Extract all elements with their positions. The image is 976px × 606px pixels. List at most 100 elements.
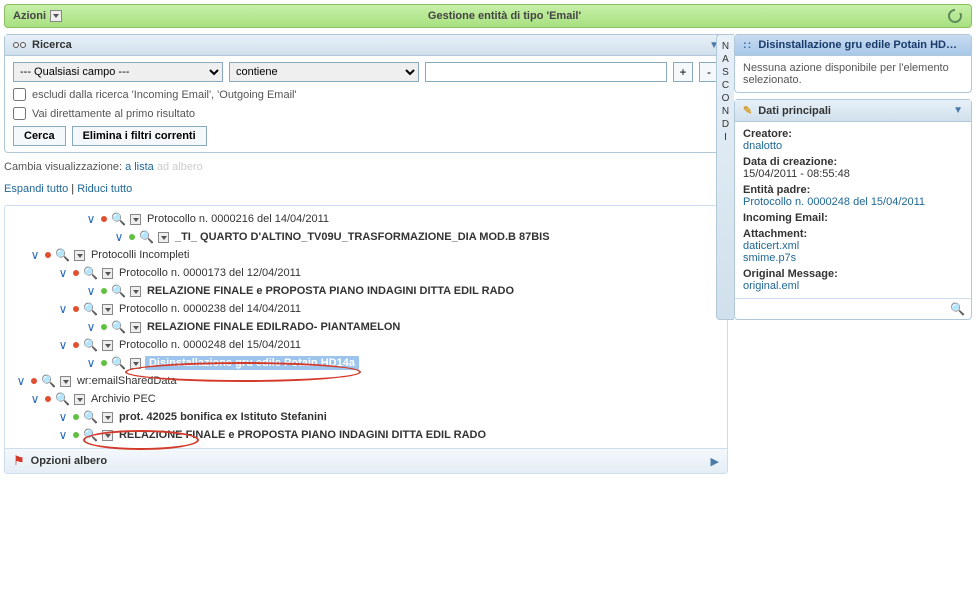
magnifier-icon[interactable]: 🔍 — [55, 392, 70, 406]
magnifier-icon[interactable]: 🔍 — [111, 356, 126, 370]
search-header[interactable]: Ricerca ▼ — [5, 35, 727, 56]
tree-row[interactable]: ∨ 🔍 RELAZIONE FINALE EDILRADO- PIANTAMELON — [5, 318, 727, 336]
row-menu-icon[interactable] — [130, 358, 141, 369]
actions-menu[interactable]: Azioni — [13, 10, 62, 22]
attachment-link-1[interactable]: daticert.xml — [743, 240, 799, 252]
actions-label: Azioni — [13, 10, 46, 22]
tree-row-label[interactable]: RELAZIONE FINALE e PROPOSTA PIANO INDAGI… — [117, 428, 488, 442]
row-menu-icon[interactable] — [74, 394, 85, 405]
tree-row[interactable]: ∨ 🔍 RELAZIONE FINALE e PROPOSTA PIANO INDA… — [5, 282, 727, 300]
tree-twisty-icon[interactable]: ∨ — [57, 428, 69, 442]
exclude-checkbox-row[interactable]: escludi dalla ricerca 'Incoming Email', … — [13, 88, 719, 101]
no-action-message: Nessuna azione disponibile per l'element… — [735, 56, 971, 92]
tree-twisty-icon[interactable]: ∨ — [29, 248, 41, 262]
collapse-all-link[interactable]: Riduci tutto — [77, 183, 132, 195]
tree-twisty-icon[interactable]: ∨ — [29, 392, 41, 406]
goto-first-checkbox-row[interactable]: Vai direttamente al primo risultato — [13, 107, 719, 120]
tree-row-label[interactable]: _TI_ QUARTO D'ALTINO_TV09U_TRASFORMAZION… — [173, 230, 552, 244]
hide-tab[interactable]: N A S C O N D I — [716, 34, 734, 320]
magnifier-icon[interactable]: 🔍 — [83, 302, 98, 316]
tree-twisty-icon[interactable]: ∨ — [113, 230, 125, 244]
row-menu-icon[interactable] — [60, 376, 71, 387]
row-menu-icon[interactable] — [130, 322, 141, 333]
refresh-icon[interactable] — [947, 8, 963, 24]
original-message-link[interactable]: original.eml — [743, 280, 799, 292]
magnifier-icon[interactable]: 🔍 — [111, 284, 126, 298]
tree-twisty-icon[interactable]: ∨ — [57, 338, 69, 352]
magnifier-icon[interactable]: 🔍 — [139, 230, 154, 244]
magnifier-icon[interactable]: 🔍 — [41, 374, 56, 388]
magnifier-icon[interactable]: 🔍 — [950, 302, 965, 316]
magnifier-icon[interactable]: 🔍 — [83, 266, 98, 280]
tree-row[interactable]: ∨ 🔍 _TI_ QUARTO D'ALTINO_TV09U_TRASFORMAZI… — [5, 228, 727, 246]
play-icon[interactable]: ▶ — [711, 455, 719, 468]
tree-row-label[interactable]: Protocolli Incompleti — [89, 248, 191, 262]
add-criteria-button[interactable]: + — [673, 62, 693, 82]
tree-twisty-icon[interactable]: ∨ — [85, 212, 97, 226]
flag-icon: ⚑ — [13, 453, 25, 469]
tree-twisty-icon[interactable]: ∨ — [57, 410, 69, 424]
tree-twisty-icon[interactable]: ∨ — [57, 266, 69, 280]
row-menu-icon[interactable] — [74, 250, 85, 261]
tree-row-label[interactable]: Protocollo n. 0000248 del 15/04/2011 — [117, 338, 303, 352]
hide-letter: N — [722, 106, 729, 117]
goto-first-checkbox[interactable] — [13, 107, 26, 120]
tree-twisty-icon[interactable]: ∨ — [85, 356, 97, 370]
row-menu-icon[interactable] — [102, 430, 113, 441]
row-menu-icon[interactable] — [102, 340, 113, 351]
magnifier-icon[interactable]: 🔍 — [111, 320, 126, 334]
clear-filters-button[interactable]: Elimina i filtri correnti — [72, 126, 207, 146]
expand-all-link[interactable]: Espandi tutto — [4, 183, 68, 195]
tree-row[interactable]: ∨ 🔍 Protocollo n. 0000238 del 14/04/2011 — [5, 300, 727, 318]
magnifier-icon[interactable]: 🔍 — [83, 410, 98, 424]
magnifier-icon[interactable]: 🔍 — [55, 248, 70, 262]
tree-row[interactable]: ∨ 🔍 Disinstallazione gru edile Potain HD14… — [5, 354, 727, 372]
tree-twisty-icon[interactable]: ∨ — [85, 320, 97, 334]
main-data-header[interactable]: ✎ Dati principali ▼ — [735, 100, 971, 122]
search-value-input[interactable] — [425, 62, 667, 82]
chevron-down-icon[interactable]: ▼ — [953, 105, 963, 116]
tree-row-label[interactable]: Protocollo n. 0000216 del 14/04/2011 — [145, 212, 331, 226]
tree-twisty-icon[interactable]: ∨ — [85, 284, 97, 298]
search-button[interactable]: Cerca — [13, 126, 66, 146]
tree-row-label[interactable]: prot. 42025 bonifica ex Istituto Stefani… — [117, 410, 329, 424]
creator-link[interactable]: dnalotto — [743, 140, 782, 152]
exclude-label: escludi dalla ricerca 'Incoming Email', … — [32, 89, 297, 101]
tree-row[interactable]: ∨ 🔍 Protocolli Incompleti — [5, 246, 727, 264]
view-switch: Cambia visualizzazione: a lista ad alber… — [4, 159, 728, 177]
row-menu-icon[interactable] — [102, 268, 113, 279]
row-menu-icon[interactable] — [130, 214, 141, 225]
exclude-checkbox[interactable] — [13, 88, 26, 101]
tree-row-label[interactable]: RELAZIONE FINALE e PROPOSTA PIANO INDAGI… — [145, 284, 516, 298]
green-bullet-icon — [101, 360, 107, 366]
tree-row-label[interactable]: Archivio PEC — [89, 392, 158, 406]
row-menu-icon[interactable] — [102, 304, 113, 315]
parent-entity-link[interactable]: Protocollo n. 0000248 del 15/04/2011 — [743, 196, 925, 208]
tree-row-label[interactable]: Protocollo n. 0000238 del 14/04/2011 — [117, 302, 303, 316]
view-list-link[interactable]: a lista — [125, 161, 154, 173]
tree-row[interactable]: ∨ 🔍 prot. 42025 bonifica ex Istituto Stefa… — [5, 408, 727, 426]
magnifier-icon[interactable]: 🔍 — [83, 428, 98, 442]
tree-scroll[interactable]: ∨🔍Protocollo n. 0000216 del 14/04/2011∨🔍… — [5, 206, 727, 448]
tree-row-label[interactable]: wr:emailSharedData — [75, 374, 179, 388]
attachment-link-2[interactable]: smime.p7s — [743, 252, 796, 264]
row-menu-icon[interactable] — [130, 286, 141, 297]
tree-row-label[interactable]: RELAZIONE FINALE EDILRADO- PIANTAMELON — [145, 320, 402, 334]
operator-select[interactable]: contiene — [229, 62, 419, 82]
row-menu-icon[interactable] — [102, 412, 113, 423]
tree-row-label[interactable]: Protocollo n. 0000173 del 12/04/2011 — [117, 266, 303, 280]
tree-row[interactable]: ∨ 🔍 RELAZIONE FINALE e PROPOSTA PIANO INDA… — [5, 426, 727, 444]
field-select[interactable]: --- Qualsiasi campo --- — [13, 62, 223, 82]
tree-row-label[interactable]: Disinstallazione gru edile Potain HD14a — [145, 356, 359, 370]
magnifier-icon[interactable]: 🔍 — [111, 212, 126, 226]
tree-row[interactable]: ∨ 🔍 Archivio PEC — [5, 390, 727, 408]
row-menu-icon[interactable] — [158, 232, 169, 243]
tree-row[interactable]: ∨ 🔍 Protocollo n. 0000216 del 14/04/2011 — [5, 210, 727, 228]
magnifier-icon[interactable]: 🔍 — [83, 338, 98, 352]
tree-row[interactable]: ∨ 🔍 wr:emailSharedData — [5, 372, 727, 390]
selected-item-header[interactable]: :: Disinstallazione gru edile Potain HD1… — [735, 35, 971, 56]
tree-row[interactable]: ∨ 🔍 Protocollo n. 0000248 del 15/04/2011 — [5, 336, 727, 354]
tree-row[interactable]: ∨ 🔍 Protocollo n. 0000173 del 12/04/2011 — [5, 264, 727, 282]
tree-twisty-icon[interactable]: ∨ — [15, 374, 27, 388]
tree-twisty-icon[interactable]: ∨ — [57, 302, 69, 316]
